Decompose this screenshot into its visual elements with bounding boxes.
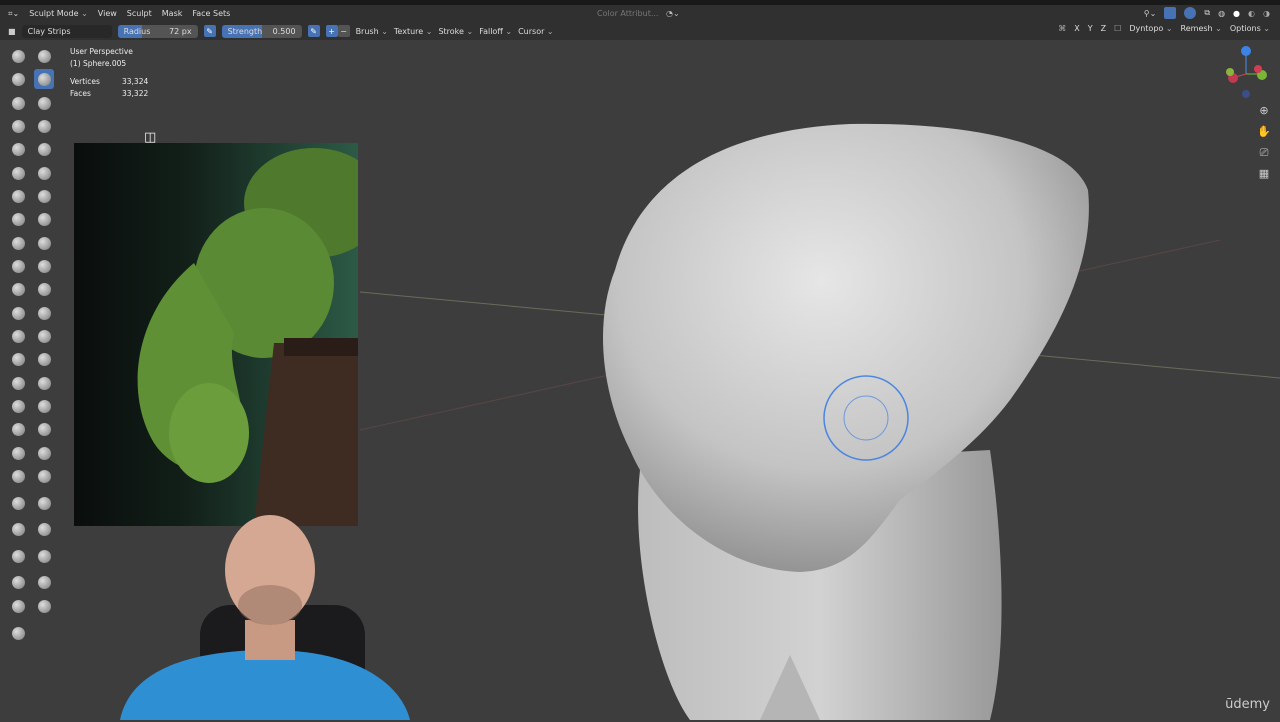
udemy-watermark: ūdemy xyxy=(1225,697,1270,712)
zoom-icon[interactable]: ⊕ xyxy=(1257,104,1271,118)
sculpt-mesh xyxy=(603,123,1089,572)
camera-icon[interactable]: ⎚ xyxy=(1257,146,1271,160)
pan-hand-icon[interactable]: ✋ xyxy=(1257,125,1271,139)
navigation-buttons: ⊕ ✋ ⎚ ▦ xyxy=(1257,104,1271,181)
image-handle-icon[interactable]: ◫ xyxy=(144,130,156,145)
webcam-overlay xyxy=(120,510,410,720)
reference-figure xyxy=(137,148,358,526)
reference-image xyxy=(74,143,358,526)
presenter-video xyxy=(120,515,410,720)
navigation-gizmo[interactable] xyxy=(1224,44,1270,100)
ortho-grid-icon[interactable]: ▦ xyxy=(1257,167,1271,181)
